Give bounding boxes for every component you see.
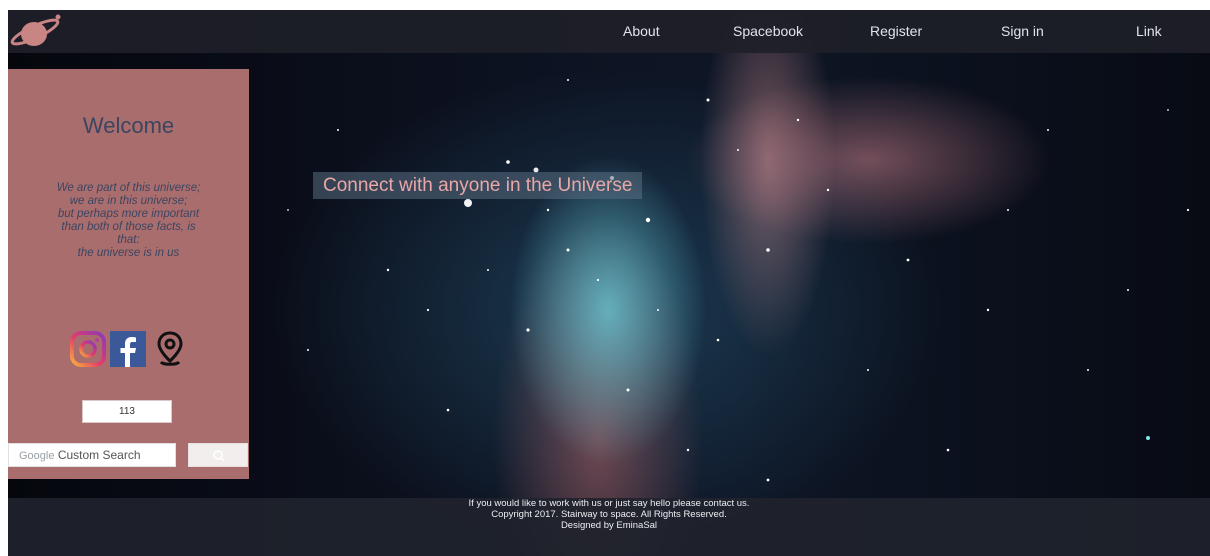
nav-link[interactable]: Link	[1136, 10, 1162, 53]
footer-contact-line: If you would like to work with us or jus…	[468, 498, 750, 509]
nav-sign-in[interactable]: Sign in	[1001, 10, 1044, 53]
facebook-icon[interactable]	[110, 331, 146, 367]
search-icon	[213, 450, 225, 462]
universe-quote: We are part of this universe; we are in …	[26, 182, 231, 260]
quote-line: the universe is in us	[77, 247, 180, 259]
social-links	[70, 331, 190, 369]
quote-line: than both of those facts, is	[61, 221, 196, 233]
footer-designer-line: Designed by EminaSal	[560, 520, 658, 531]
search-placeholder: Custom Search	[57, 448, 141, 462]
hero-tagline: Connect with anyone in the Universe	[313, 172, 643, 199]
nav-about[interactable]: About	[623, 10, 660, 53]
quote-line: we are in this universe;	[69, 195, 188, 207]
footer-copyright-line: Copyright 2017. Stairway to space. All R…	[491, 509, 727, 520]
top-navbar: About Spacebook Register Sign in Link	[8, 10, 1210, 53]
nav-register[interactable]: Register	[870, 10, 922, 53]
nav-spacebook[interactable]: Spacebook	[733, 10, 803, 53]
location-pin-icon[interactable]	[152, 331, 188, 367]
quote-line: that:	[117, 234, 140, 246]
welcome-heading: Welcome	[82, 113, 175, 138]
welcome-panel: Welcome We are part of this universe; we…	[8, 69, 249, 479]
quote-line: but perhaps more important	[57, 208, 200, 220]
quote-line: We are part of this universe;	[56, 182, 201, 194]
visitor-counter: 113	[82, 400, 172, 423]
search-button[interactable]	[188, 443, 248, 467]
page: About Spacebook Register Sign in Link We…	[8, 10, 1210, 556]
footer-text: If you would like to work with us or jus…	[8, 498, 1210, 531]
custom-search-input[interactable]: Google Custom Search	[8, 443, 176, 467]
instagram-icon[interactable]	[70, 331, 106, 367]
google-brand-label: Google	[19, 450, 55, 462]
footer: If you would like to work with us or jus…	[8, 498, 1210, 556]
planet-logo-icon[interactable]	[8, 12, 64, 50]
